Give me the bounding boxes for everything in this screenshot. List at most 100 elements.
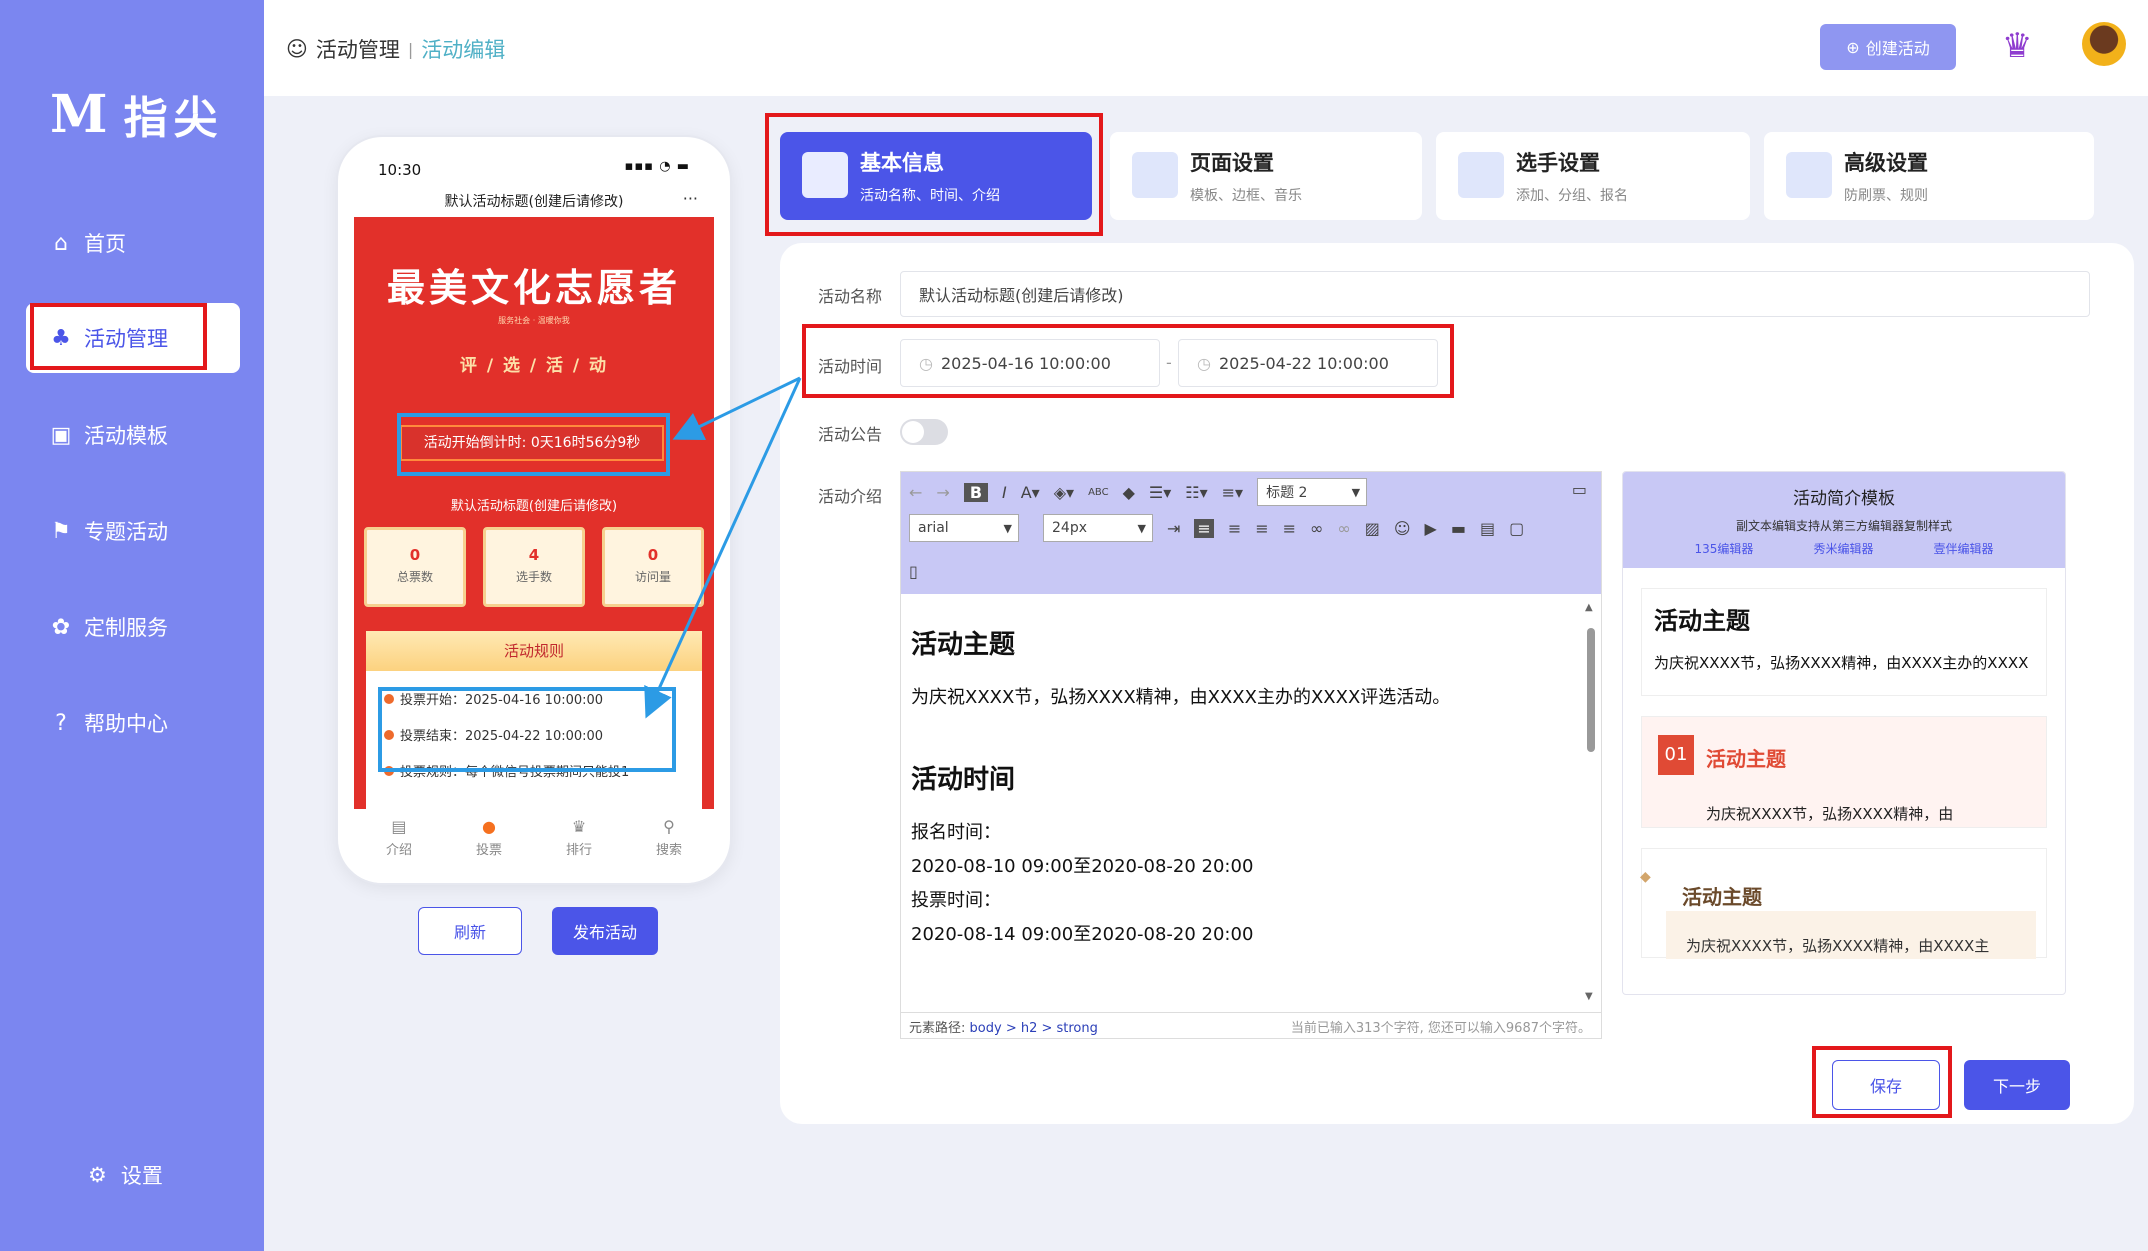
align-justify-icon[interactable]: ≡ [1283,519,1296,538]
italic-icon[interactable]: I [1002,483,1007,502]
char-count: 当前已输入313个字符, 您还可以输入9687个字符。 [1290,1021,1591,1036]
nav-item-topics[interactable]: ⚑ 专题活动 [26,496,240,566]
indent-icon[interactable]: ⇥ [1167,519,1180,538]
content-paragraph: 2020-08-14 09:00至2020-08-20 20:00 [911,924,1254,945]
next-step-button[interactable]: 下一步 [1964,1060,2070,1110]
nav-item-home[interactable]: ⌂ 首页 [26,208,240,278]
unordered-list-icon[interactable]: ☷▾ [1185,483,1207,502]
breadcrumb-current: 活动编辑 [421,38,506,62]
content-spacer [911,715,1591,749]
template-card-1[interactable]: 活动主题 为庆祝XXXX节，弘扬XXXX精神，由XXXX主办的XXXX [1641,588,2047,696]
emoji-icon[interactable]: ☺ [1394,519,1411,538]
paste-icon[interactable]: ▤ [1480,519,1495,538]
font-family-select[interactable]: arial [909,514,1019,542]
bold-icon[interactable]: B [963,482,989,502]
crown-icon[interactable]: ♛ [2002,26,2032,66]
ordered-list-icon[interactable]: ☰▾ [1149,483,1171,502]
undo-icon[interactable]: ← [909,483,922,502]
player-icon [1458,152,1504,198]
scroll-thumb[interactable] [1587,628,1595,752]
align-center-icon[interactable]: ≡ [1228,519,1241,538]
highlight-box-nav [30,303,207,370]
text-box-icon[interactable]: ▢ [1509,519,1524,538]
rich-text-editor[interactable]: ← → B I A▾ ◈▾ ABC ◆ ☰▾ ☷▾ ≡▾ 标题 2 ▭ aria… [900,471,1602,1039]
scroll-down-icon[interactable]: ▼ [1585,991,1593,1002]
step-advanced-settings[interactable]: 高级设置 防刷票、规则 [1764,132,2094,220]
help-icon: ? [55,710,67,736]
avatar[interactable] [2082,22,2126,66]
step-page-settings[interactable]: 页面设置 模板、边框、音乐 [1110,132,1422,220]
breadcrumb-separator: | [407,39,414,59]
nav-item-templates[interactable]: ▣ 活动模板 [26,400,240,470]
refresh-button[interactable]: 刷新 [418,907,522,955]
custom-icon: ✿ [51,614,71,640]
scroll-up-icon[interactable]: ▲ [1585,602,1593,613]
step-player-settings[interactable]: 选手设置 添加、分组、报名 [1436,132,1750,220]
template-card-2[interactable]: 01 活动主题 为庆祝XXXX节，弘扬XXXX精神，由 [1641,716,2047,828]
redo-icon[interactable]: → [936,483,949,502]
phone-page-title: 默认活动标题(创建后请修改) [444,194,624,210]
unlink-icon[interactable]: ∞ [1337,519,1350,538]
crown-small-icon: ♛ [571,817,587,836]
page-icon[interactable]: ▯ [909,562,918,581]
settings-link[interactable]: ⚙ 设置 [88,1160,163,1190]
brand-logo[interactable]: M 指尖 [50,82,224,146]
image-icon: ▣ [50,422,72,448]
editor-content[interactable]: 活动主题 为庆祝XXXX节，弘扬XXXX精神，由XXXX主办的XXXX评选活动。… [901,594,1601,1012]
align-right-icon[interactable]: ≡ [1255,519,1268,538]
nav-item-help[interactable]: ? 帮助中心 [26,688,240,758]
breadcrumb: ☺ 活动管理 | 活动编辑 [286,34,505,64]
link-xiumi-editor[interactable]: 秀米编辑器 [1813,540,1873,557]
tab-intro[interactable]: ▤ 介绍 [386,817,412,883]
eraser-icon[interactable]: ◆ [1123,483,1135,502]
file-icon[interactable]: ▬ [1451,519,1466,538]
notice-toggle[interactable] [900,419,948,445]
rules-header: 活动规则 [366,631,702,671]
strikethrough-icon[interactable]: ABC [1088,487,1109,498]
font-color-icon[interactable]: A▾ [1021,483,1040,502]
create-activity-button[interactable]: ⊕ 创建活动 [1820,24,1956,70]
link-135-editor[interactable]: 135编辑器 [1695,540,1754,557]
link-yiban-editor[interactable]: 壹伴编辑器 [1933,540,1993,557]
editor-scrollbar[interactable]: ▲ ▼ [1585,602,1597,1002]
content-paragraph: 投票时间： [911,890,1001,911]
insert-image-icon[interactable]: ▨ [1365,519,1380,538]
template-header: 活动简介模板 副文本编辑支持从第三方编辑器复制样式 135编辑器 秀米编辑器 壹… [1623,472,2065,568]
highlight-box-save [1812,1046,1952,1118]
toolbar-row-2: arial 24px ⇥ ≡ ≡ ≡ ≡ ∞ ∞ ▨ ☺ ▶ ▬ ▤ ▢ [909,514,1524,542]
page-settings-icon [1132,152,1178,198]
stat-players: 4 选手数 [483,527,585,607]
heading-select[interactable]: 标题 2 [1257,478,1368,506]
template-card-3[interactable]: ◆ 活动主题 为庆祝XXXX节，弘扬XXXX精神，由XXXX主 [1640,848,2047,959]
toolbar-row-3: ▯ [909,562,918,581]
tab-rank[interactable]: ♛ 排行 [566,817,592,883]
notice-label: 活动公告 [818,425,883,444]
line-height-icon[interactable]: ≡▾ [1222,483,1243,502]
more-icon[interactable]: ··· [683,189,698,208]
gear-icon: ⚙ [88,1163,107,1187]
banner-subtitle: 服务社会 · 温暖你我 [498,316,570,325]
font-size-select[interactable]: 24px [1043,514,1153,542]
content-paragraph: 报名时间： [911,822,1001,843]
breadcrumb-parent[interactable]: 活动管理 [316,34,400,64]
tab-vote[interactable]: ● 投票 [476,817,502,883]
template-panel: 活动简介模板 副文本编辑支持从第三方编辑器复制样式 135编辑器 秀米编辑器 壹… [1622,471,2066,995]
video-icon[interactable]: ▶ [1425,519,1437,538]
intro-label: 活动介绍 [818,487,883,506]
publish-button[interactable]: 发布活动 [552,907,658,955]
vote-icon: ● [482,817,496,836]
nav-item-custom[interactable]: ✿ 定制服务 [26,592,240,662]
preview-icon[interactable]: ▭ [1572,480,1587,499]
stat-visits: 0 访问量 [602,527,704,607]
advanced-icon [1786,152,1832,198]
fill-color-icon[interactable]: ◈▾ [1054,483,1074,502]
tab-search[interactable]: ⚲ 搜索 [656,817,682,883]
editor-toolbar: ← → B I A▾ ◈▾ ABC ◆ ☰▾ ☷▾ ≡▾ 标题 2 ▭ aria… [901,472,1601,594]
element-path[interactable]: body > h2 > strong [970,1021,1098,1036]
link-icon[interactable]: ∞ [1310,519,1323,538]
name-input[interactable]: 默认活动标题(创建后请修改) [900,271,2090,317]
align-left-icon[interactable]: ≡ [1194,518,1214,538]
element-path-bar: 元素路径: body > h2 > strong 当前已输入313个字符, 您还… [901,1012,1601,1038]
stat-total-votes: 0 总票数 [364,527,466,607]
vote-title: 默认活动标题(创建后请修改) [450,499,618,514]
